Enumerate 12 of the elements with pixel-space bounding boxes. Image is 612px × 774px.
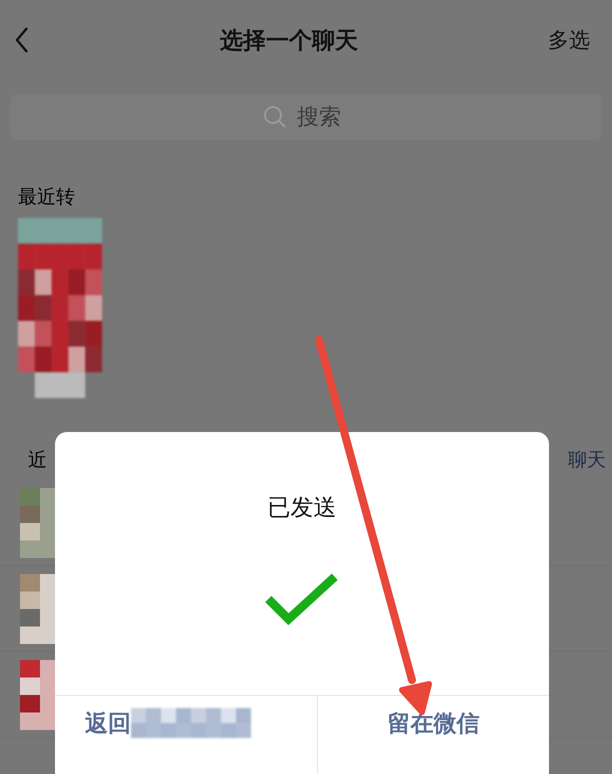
checkmark-icon xyxy=(265,573,339,625)
search-field[interactable]: 搜索 xyxy=(295,104,349,130)
back-icon[interactable] xyxy=(14,26,30,54)
new-chat-link[interactable]: 聊天 xyxy=(568,447,606,473)
search-icon xyxy=(263,105,287,129)
section-heading: 近 xyxy=(28,448,47,473)
dialog-title: 已发送 xyxy=(268,494,336,523)
return-button[interactable]: 返回 xyxy=(55,696,318,774)
page-title: 选择一个聊天 xyxy=(220,26,358,56)
section-heading: 最近转 xyxy=(18,186,75,208)
multi-select-button[interactable]: 多选 xyxy=(548,26,590,54)
stay-button[interactable]: 留在微信 xyxy=(318,696,549,774)
